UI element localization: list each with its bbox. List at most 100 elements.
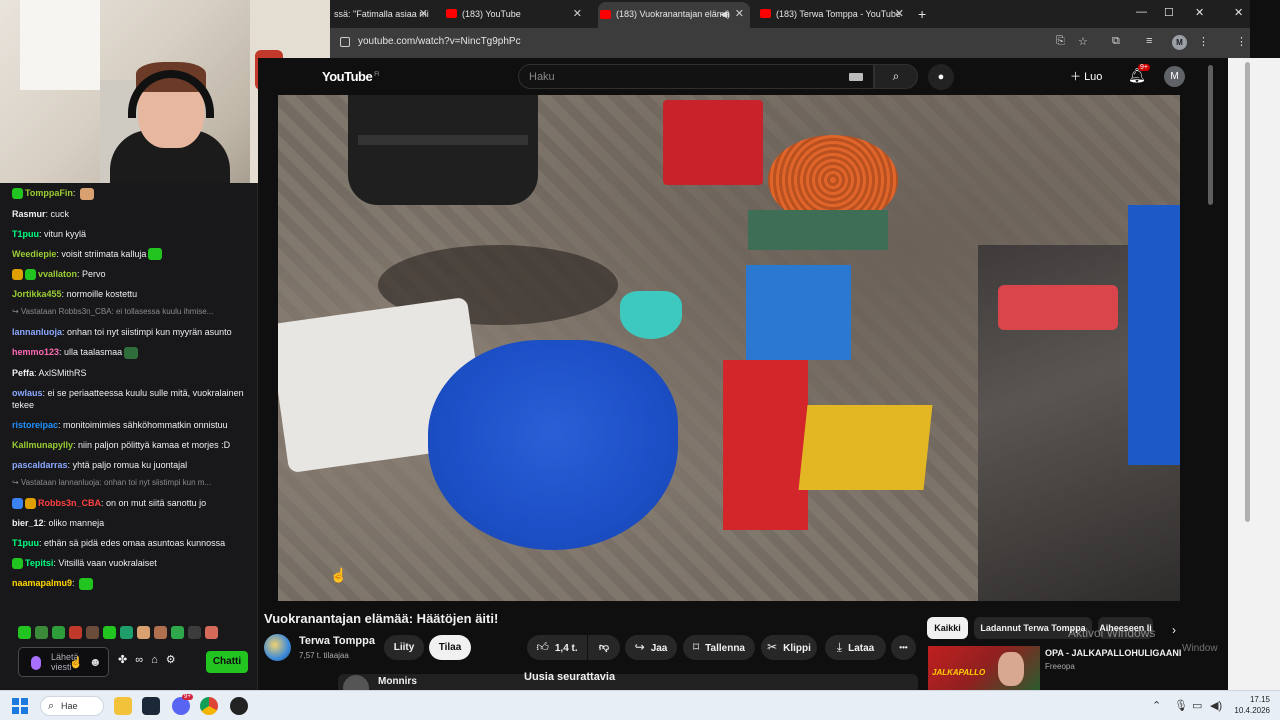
gear-icon[interactable]: ⚙ <box>166 653 176 666</box>
emote-icon[interactable] <box>103 626 116 639</box>
clock[interactable]: 17.15 10.4.2026 <box>1232 694 1270 716</box>
menu-icon-2[interactable]: ⋮ <box>1236 35 1247 48</box>
speaker-icon[interactable]: ◀) <box>720 2 730 26</box>
dislike-button[interactable]: 👎︎ <box>588 635 620 660</box>
more-actions-button[interactable]: ••• <box>891 635 916 660</box>
tab-2[interactable]: (183) YouTube ✕ <box>444 4 588 24</box>
search-icon[interactable]: ⌕ <box>874 64 918 89</box>
page-scrollbar[interactable] <box>1245 62 1250 522</box>
site-info-icon[interactable] <box>340 37 350 47</box>
close-icon[interactable]: ✕ <box>573 4 582 24</box>
recommended-video-title[interactable]: OPA - JALKAPALLOHULIGAANI <box>1045 648 1181 658</box>
create-button[interactable]: ＋ Luo <box>1070 68 1102 84</box>
save-button[interactable]: ⌑ Tallenna <box>683 635 755 660</box>
network-icon[interactable]: ▭ <box>1192 699 1202 712</box>
emote-icon[interactable] <box>18 626 31 639</box>
emote-icon[interactable] <box>52 626 65 639</box>
clip-button[interactable]: ✂ Klippi <box>761 635 817 660</box>
emote-icon[interactable] <box>69 626 82 639</box>
emote-icon[interactable] <box>154 626 167 639</box>
discord-icon[interactable]: 9+ <box>172 694 193 715</box>
like-button[interactable]: 👍︎ 1,4 t. <box>527 635 587 660</box>
steam-icon[interactable] <box>142 697 160 715</box>
account-avatar[interactable]: M <box>1164 66 1185 87</box>
chat-badge-icon[interactable] <box>25 498 36 510</box>
chat-username[interactable]: Tepitsi <box>25 558 53 568</box>
scrollbar[interactable] <box>1208 65 1213 205</box>
chip-all[interactable]: Kaikki <box>927 617 968 639</box>
obs-icon[interactable] <box>230 697 248 715</box>
emote-icon[interactable] <box>188 626 201 639</box>
chat-username[interactable]: lannanluoja <box>12 327 62 337</box>
channel-points[interactable]: ∞ <box>135 654 143 666</box>
chat-badge-icon[interactable] <box>12 269 23 281</box>
media-control-icon[interactable]: ≡ <box>1146 35 1152 47</box>
comment-author[interactable]: Monnirs <box>378 676 417 687</box>
emote-icon[interactable] <box>171 626 184 639</box>
window-close-button-2[interactable]: ✕ <box>1234 6 1243 19</box>
chevron-right-icon[interactable]: › <box>1172 623 1176 637</box>
close-icon[interactable]: ✕ <box>419 4 428 24</box>
emoji-icon[interactable]: ☻ <box>89 655 102 669</box>
install-icon[interactable]: ⎘ <box>1056 35 1065 48</box>
emote-icon[interactable] <box>86 626 99 639</box>
youtube-logo[interactable]: YouTube FI <box>322 69 379 84</box>
chat-username[interactable]: Weediepie <box>12 249 56 259</box>
chat-badge-icon[interactable] <box>12 558 23 570</box>
new-tab-button[interactable]: + <box>918 4 926 24</box>
subscribe-button[interactable]: Tilaa <box>429 635 471 660</box>
voice-search-icon[interactable]: ● <box>928 64 954 90</box>
chrome-icon[interactable] <box>200 697 218 715</box>
tab-1[interactable]: ssä: "Fatimalla asiaa mi ✕ <box>330 4 434 24</box>
search-input[interactable]: Haku <box>518 64 874 89</box>
extensions-icon[interactable]: ⧉ <box>1112 35 1120 48</box>
microphone-icon[interactable] <box>31 656 41 670</box>
menu-icon[interactable]: ⋮ <box>1198 35 1209 48</box>
close-icon[interactable]: ✕ <box>735 2 744 26</box>
bookmark-star-icon[interactable]: ☆ <box>1078 35 1088 48</box>
chat-message-list[interactable]: TomppaFin: Rasmur: cuck T1puu: vitun kyyl… <box>12 183 252 615</box>
emote-icon[interactable] <box>35 626 48 639</box>
window-close-button[interactable]: ✕ <box>1195 6 1204 19</box>
profile-avatar[interactable]: M <box>1172 35 1187 50</box>
taskbar-search[interactable]: Hae <box>40 696 104 716</box>
microphone-tray-icon[interactable]: 🎙︎ <box>1174 699 1188 712</box>
chat-username[interactable]: bier_12 <box>12 518 44 528</box>
tab-3[interactable]: (183) Vuokranantajan elämä ◀) ✕ <box>598 2 750 28</box>
video-player[interactable]: ☝ <box>278 95 1180 601</box>
chat-username[interactable]: Peffa <box>12 368 34 378</box>
chat-username[interactable]: Rasmur <box>12 209 46 219</box>
chat-badge-icon[interactable] <box>12 498 23 510</box>
bell-icon[interactable]: 🔔︎ 9+ <box>1128 64 1150 84</box>
windows-start-icon[interactable] <box>12 698 28 714</box>
download-button[interactable]: ⤓ Lataa <box>825 635 886 660</box>
channel-name[interactable]: Terwa Tomppa <box>299 635 375 647</box>
chat-username[interactable]: Jortikka455 <box>12 289 62 299</box>
emote-icon[interactable] <box>205 626 218 639</box>
emote-icon[interactable] <box>120 626 133 639</box>
share-button[interactable]: ↪ Jaa <box>625 635 677 660</box>
chat-username[interactable]: owlaus <box>12 388 43 398</box>
file-explorer-icon[interactable] <box>114 697 132 715</box>
chat-username[interactable]: Kallmunapylly <box>12 440 73 450</box>
chat-username[interactable]: hemmo123 <box>12 347 59 357</box>
tab-4[interactable]: (183) Terwa Tomppa - YouTube ✕ <box>758 4 910 24</box>
chat-username[interactable]: T1puu <box>12 538 39 548</box>
chat-username[interactable]: Robbs3n_CBA <box>38 498 101 508</box>
chat-send-button[interactable]: Chatti <box>206 651 248 673</box>
chat-username[interactable]: vvallaton <box>38 269 77 279</box>
chat-username[interactable]: naamapalmu9 <box>12 578 72 588</box>
minimize-button[interactable]: — <box>1136 6 1147 18</box>
volume-icon[interactable]: ◀) <box>1210 699 1222 712</box>
chat-username[interactable]: TomppaFin <box>25 188 73 198</box>
chat-badge-icon[interactable] <box>12 188 23 200</box>
chevron-up-icon[interactable]: ⌃ <box>1152 699 1161 712</box>
close-icon[interactable]: ✕ <box>895 4 904 24</box>
chat-username[interactable]: ristoreipac <box>12 420 58 430</box>
keyboard-icon[interactable] <box>849 73 863 81</box>
recommended-video-thumbnail[interactable]: JALKAPALLO <box>928 646 1040 690</box>
url-field[interactable]: youtube.com/watch?v=NincTg9phPc <box>358 36 521 47</box>
recommended-video-channel[interactable]: Freeopa <box>1045 662 1075 671</box>
join-button[interactable]: Liity <box>384 635 424 660</box>
chat-badge-icon[interactable] <box>25 269 36 281</box>
